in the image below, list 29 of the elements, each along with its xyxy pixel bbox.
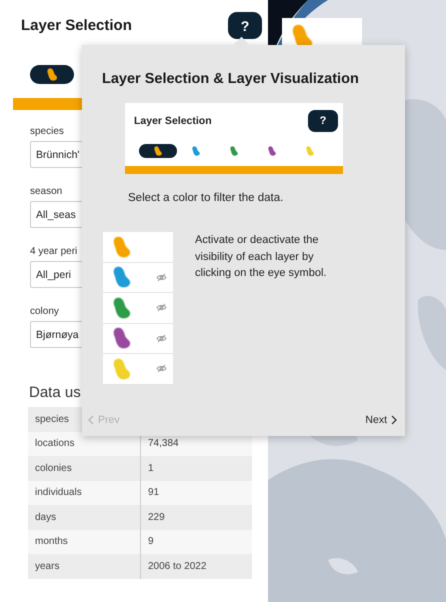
- eye-off-icon[interactable]: [156, 334, 167, 343]
- table-cell-text: colonies: [34, 462, 72, 476]
- popover-title: Layer Selection & Layer Visualization: [101, 70, 359, 87]
- help-button[interactable]: ?: [228, 12, 262, 39]
- table-cell-text: years: [34, 560, 60, 574]
- field-label: species: [30, 126, 64, 137]
- eye-off-icon[interactable]: [156, 272, 167, 282]
- table-cell: 2006 to 2022: [140, 554, 252, 578]
- next-button[interactable]: Next: [365, 414, 397, 426]
- description-text: Activate or deactivate the visibility of each layer by clicking on the eye symbol.: [195, 233, 328, 281]
- section-title: Data us: [29, 384, 81, 401]
- eye-off-icon[interactable]: [156, 364, 167, 374]
- chevron-left-icon: [88, 415, 94, 425]
- eye-off-icon[interactable]: [156, 303, 167, 312]
- chevron-right-icon: [391, 415, 397, 425]
- layer-chip[interactable]: [139, 144, 177, 158]
- field-label: colony: [30, 306, 59, 317]
- layer-chip[interactable]: [30, 65, 74, 84]
- preview-title: Layer Selection: [134, 115, 212, 127]
- table-cell-text: days: [34, 510, 56, 525]
- panel-title: Layer Selection: [21, 17, 132, 34]
- help-button[interactable]: ?: [308, 110, 338, 132]
- table-cell-text: species: [34, 412, 69, 427]
- table-cell-text: months: [34, 535, 68, 550]
- field-label: season: [30, 186, 62, 197]
- table-cell-text: locations: [34, 437, 74, 452]
- caption-text: Select a color to filter the data.: [128, 192, 284, 204]
- table-cell-text: individuals: [34, 486, 82, 500]
- field-label: 4 year peri: [30, 246, 78, 257]
